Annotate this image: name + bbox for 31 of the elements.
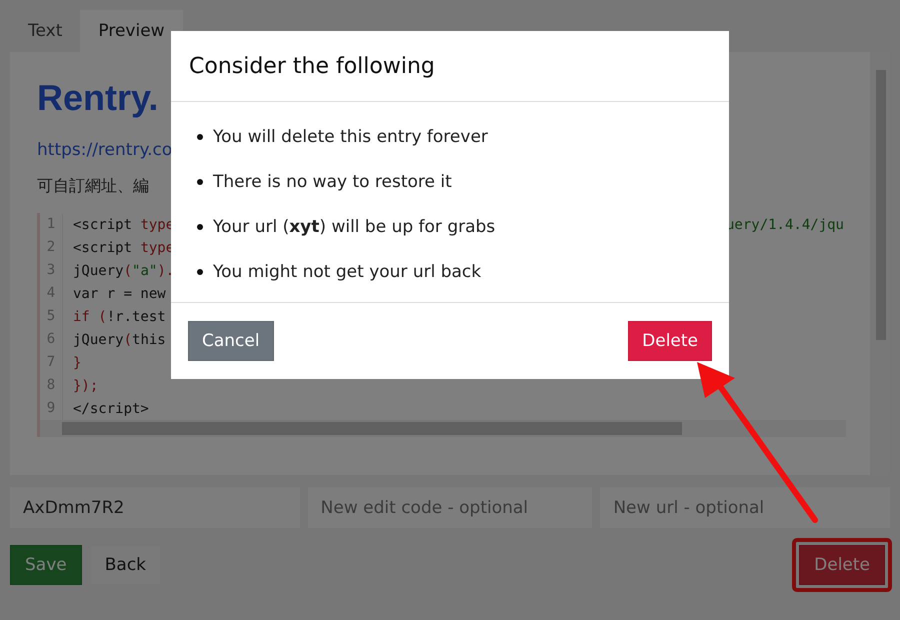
code-line: });	[73, 378, 98, 394]
dialog-title: Consider the following	[189, 54, 435, 78]
input-field[interactable]: AxDmm7R2	[10, 487, 300, 528]
delete-button[interactable]: Delete	[799, 545, 885, 585]
list-item: There is no way to restore it	[213, 172, 452, 192]
tab[interactable]: Text	[10, 10, 80, 52]
code-line: if (!r.test	[73, 308, 166, 324]
input-field[interactable]: New edit code - optional	[308, 487, 592, 528]
code-line: jQuery(this	[73, 332, 166, 348]
code-line: </script>	[73, 400, 149, 416]
paragraph: 可自訂網址、編	[37, 176, 149, 197]
url-link[interactable]: https://rentry.co	[37, 140, 172, 160]
list-item: You might not get your url back	[213, 262, 482, 282]
code-line: jQuery("a").	[73, 262, 174, 278]
input-field[interactable]: New url - optional	[600, 487, 890, 528]
list-item: Your url (xyt) will be up for grabs	[213, 216, 496, 236]
code-line: uery/1.4.4/jqu	[726, 216, 844, 232]
code-line: }	[73, 354, 82, 370]
bullet-icon	[197, 224, 203, 230]
code-line: var r = new	[73, 286, 166, 302]
tab[interactable]: Preview	[80, 10, 183, 52]
bullet-icon	[197, 268, 203, 274]
horizontal-scrollbar[interactable]	[40, 420, 846, 437]
arrow-icon	[697, 362, 818, 523]
bullet-icon	[197, 134, 203, 140]
save-button[interactable]: Save	[10, 545, 82, 585]
bullet-icon	[197, 178, 203, 184]
cancel-button[interactable]: Cancel	[188, 321, 274, 361]
delete-button[interactable]: Delete	[628, 321, 712, 361]
list-item: You will delete this entry forever	[213, 126, 488, 146]
page-heading: Rentry.	[37, 76, 158, 120]
